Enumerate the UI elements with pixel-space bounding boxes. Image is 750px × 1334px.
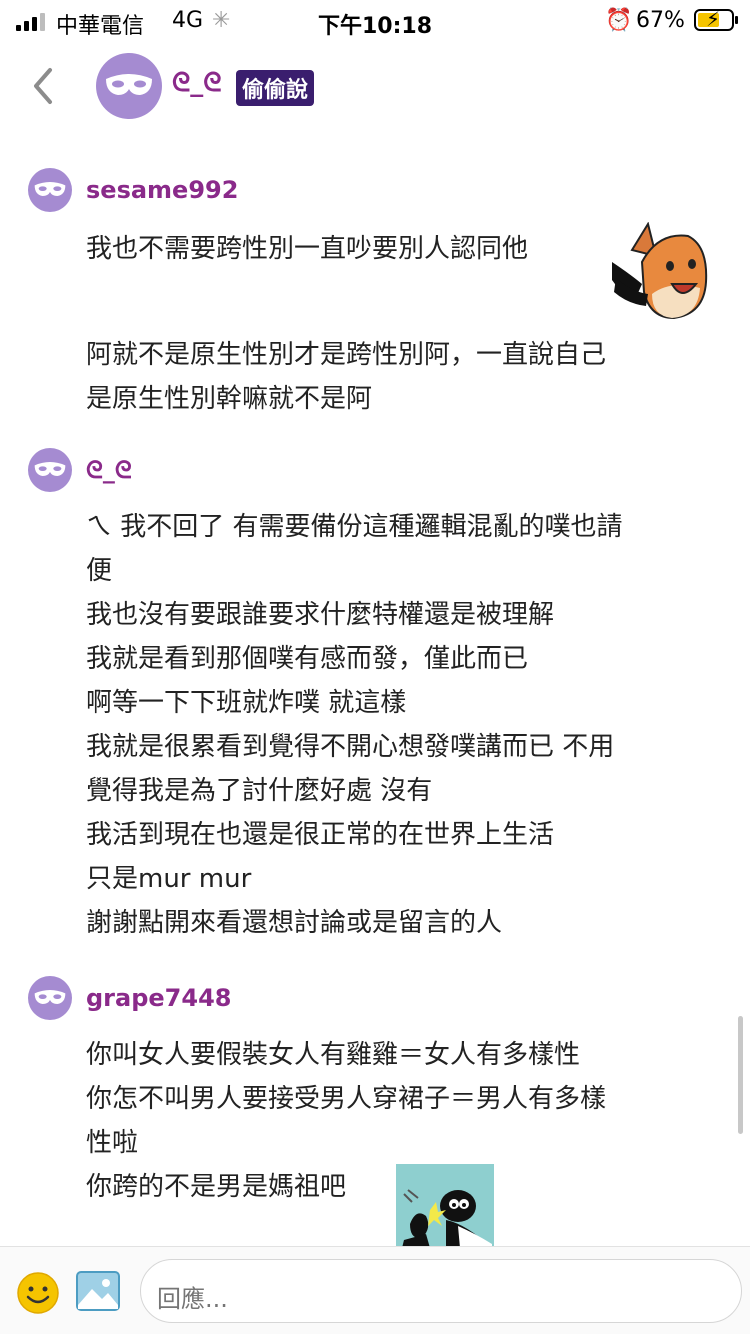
reply-bar [0, 1246, 750, 1334]
mask-icon [106, 74, 152, 95]
battery-percent: 67% [636, 8, 685, 33]
mask-icon [34, 462, 66, 476]
response-text-line: 我也不需要跨性別一直吵要別人認同他 [86, 234, 529, 264]
response-text-line: 我活到現在也還是很正常的在世界上生活 [86, 820, 555, 850]
response-text-line: 你怎不叫男人要接受男人穿裙子＝男人有多樣 [86, 1084, 607, 1114]
avatar[interactable] [28, 168, 72, 212]
response-username[interactable]: grape7448 [86, 984, 231, 1012]
response-text-line: 你叫女人要假裝女人有雞雞＝女人有多樣性 [86, 1040, 581, 1070]
response-text-line: 性啦 [86, 1128, 139, 1158]
response-text-line: 覺得我是為了討什麼好處 沒有 [86, 776, 433, 806]
emoji-icon[interactable] [16, 1271, 60, 1315]
status-bar: 中華電信 4G ✳ 下午10:18 ⏰ 67% ⚡ [0, 0, 750, 40]
mask-icon [34, 990, 66, 1004]
response-text-line: 我就是很累看到覺得不開心想發噗講而已 不用 [86, 732, 615, 762]
response-username[interactable]: sesame992 [86, 176, 238, 204]
response-text-line: 謝謝點開來看還想討論或是留言的人 [86, 908, 503, 938]
avatar[interactable] [28, 448, 72, 492]
response-text-line: 是原生性別幹嘛就不是阿 [86, 384, 373, 414]
response-text-line: 啊等一下下班就炸噗 就這樣 [86, 688, 407, 718]
post-header: ᘓ_ᘓ 偷偷說 [0, 40, 750, 140]
chevron-left-icon [34, 68, 52, 104]
response-username[interactable]: ᘓ_ᘓ [86, 456, 132, 484]
alarm-icon: ⏰ [605, 8, 633, 33]
response-text-line: 阿就不是原生性別才是跨性別阿，一直說自己 [86, 340, 607, 370]
response-text-line: 我也沒有要跟誰要求什麼特權還是被理解 [86, 600, 555, 630]
response-text-line: ㄟ 我不回了 有需要備份這種邏輯混亂的噗也請 [86, 512, 623, 542]
poster-username[interactable]: ᘓ_ᘓ [172, 68, 222, 99]
battery-icon: ⚡ [694, 7, 738, 31]
scrollbar[interactable] [738, 1016, 743, 1134]
avatar[interactable] [96, 53, 162, 119]
response-text-line: 便 [86, 556, 113, 586]
back-button[interactable] [28, 64, 58, 108]
response-text-line: 我就是看到那個噗有感而發，僅此而已 [86, 644, 529, 674]
avatar[interactable] [28, 976, 72, 1020]
mask-icon [34, 182, 66, 196]
qualifier-tag: 偷偷說 [236, 70, 315, 106]
penguin-fight-icon [396, 1164, 494, 1248]
reply-input[interactable] [140, 1259, 742, 1323]
response-text-line: 你跨的不是男是媽祖吧 [86, 1172, 347, 1202]
fight-sticker[interactable] [396, 1164, 494, 1248]
response-text-line: 只是mur mur [86, 864, 252, 894]
image-upload-icon[interactable] [76, 1271, 120, 1311]
fox-sticker[interactable] [612, 222, 708, 320]
